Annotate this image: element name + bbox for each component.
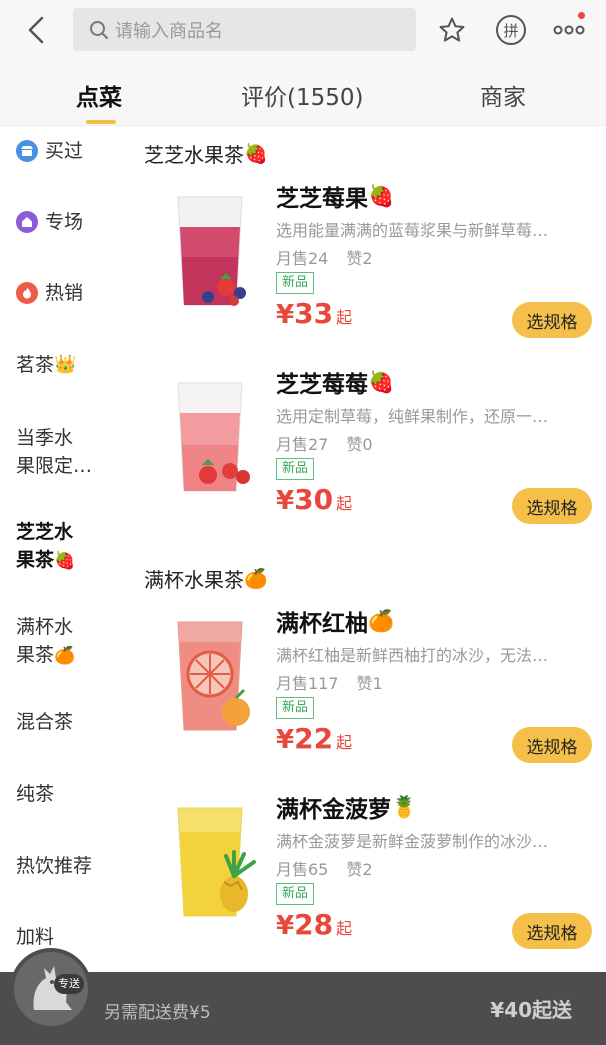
min-order: ¥40起送 bbox=[490, 998, 572, 1022]
product-price: ¥30 起 bbox=[276, 483, 353, 516]
strawberry-icon: 🍓 bbox=[368, 369, 395, 394]
favorite-button[interactable] bbox=[432, 10, 472, 50]
more-icon bbox=[553, 25, 585, 35]
sidebar-item-cheese-fruit-tea[interactable]: 芝芝水 果茶🍓 bbox=[16, 518, 126, 575]
product-stats: 月售117 赞1 bbox=[276, 674, 383, 693]
search-icon bbox=[90, 20, 108, 39]
product-image bbox=[177, 382, 250, 492]
product-price: ¥33 起 bbox=[276, 297, 353, 330]
product-name: 芝芝莓莓 🍓 bbox=[276, 369, 395, 399]
top-bar: 请输入商品名 拼 bbox=[0, 0, 606, 60]
new-badge: 新品 bbox=[276, 272, 315, 294]
new-badge: 新品 bbox=[276, 883, 315, 905]
sidebar-item-label: 混合茶 bbox=[16, 711, 74, 733]
section-title: 满杯水果茶 🍊 bbox=[144, 568, 268, 592]
choose-spec-button[interactable]: 选规格 bbox=[512, 488, 592, 524]
sidebar-item-label: 果茶 bbox=[16, 644, 55, 666]
sidebar-item-seasonal[interactable]: 当季水 果限定… bbox=[16, 424, 126, 480]
product-name: 满杯金菠萝 🍍 bbox=[276, 794, 418, 824]
product-price: ¥28 起 bbox=[276, 908, 353, 941]
search-placeholder: 请输入商品名 bbox=[115, 20, 223, 42]
sidebar-item-pure-tea[interactable]: 纯茶 bbox=[16, 780, 126, 808]
delivery-type-badge: 专送 bbox=[54, 974, 84, 994]
sidebar-item-label: 纯茶 bbox=[16, 783, 55, 805]
strawberry-icon: 🍓 bbox=[368, 183, 395, 208]
tab-merchant[interactable]: 商家 bbox=[480, 78, 526, 112]
product-card[interactable]: 满杯金菠萝 🍍 满杯金菠萝是新鲜金菠萝制作的冰沙… 月售65 赞2 新品 ¥28 起 … bbox=[128, 790, 606, 976]
tab-bar: 点菜 评价(1550) 商家 bbox=[0, 60, 606, 126]
product-stats: 月售27 赞0 bbox=[276, 435, 373, 454]
strawberry-icon: 🍓 bbox=[244, 143, 268, 165]
orange-icon: 🍊 bbox=[244, 568, 268, 590]
product-card[interactable]: 芝芝莓莓 🍓 选用定制草莓，纯鲜果制作，还原一… 月售27 赞0 新品 ¥30 起 选… bbox=[128, 365, 606, 551]
product-image bbox=[177, 807, 256, 917]
sidebar-item-tea[interactable]: 茗茶 👑 bbox=[16, 351, 126, 379]
sidebar-item-full-cup-fruit-tea[interactable]: 满杯水 果茶🍊 bbox=[16, 613, 126, 670]
back-icon bbox=[28, 16, 44, 44]
product-description: 满杯红柚是新鲜西柚打的冰沙，无法… bbox=[276, 646, 549, 665]
sidebar-item-label: 买过 bbox=[45, 140, 84, 162]
sidebar-item-label: 芝芝水 bbox=[16, 521, 74, 543]
more-button[interactable] bbox=[549, 10, 589, 50]
product-card[interactable]: 芝芝莓果 🍓 选用能量满满的蓝莓浆果与新鲜草莓… 月售24 赞2 新品 ¥33 起 选… bbox=[128, 179, 606, 365]
shop-icon bbox=[16, 140, 38, 162]
delivery-fee: 另需配送费¥5 bbox=[104, 1003, 211, 1023]
pineapple-icon: 🍍 bbox=[391, 794, 418, 819]
back-button[interactable] bbox=[18, 12, 54, 48]
product-description: 选用定制草莓，纯鲜果制作，还原一… bbox=[276, 407, 549, 426]
sidebar-item-label: 当季水 bbox=[16, 427, 74, 449]
product-price: ¥22 起 bbox=[276, 722, 353, 755]
flame-icon bbox=[16, 282, 38, 304]
active-tab-indicator bbox=[86, 120, 116, 124]
strawberry-icon: 🍓 bbox=[54, 551, 76, 571]
sidebar-item-label: 果限定… bbox=[16, 455, 93, 477]
sidebar-item-label: 专场 bbox=[45, 211, 84, 233]
orange-icon: 🍊 bbox=[368, 608, 395, 633]
product-stats: 月售24 赞2 bbox=[276, 249, 373, 268]
new-badge: 新品 bbox=[276, 458, 315, 480]
house-icon bbox=[16, 211, 38, 233]
sidebar-item-label: 加料 bbox=[16, 926, 55, 948]
sidebar-item-hot[interactable]: 热销 bbox=[16, 279, 126, 307]
sidebar-item-special[interactable]: 专场 bbox=[16, 208, 126, 236]
sidebar-item-hot-drinks[interactable]: 热饮推荐 bbox=[16, 852, 126, 880]
product-name: 芝芝莓果 🍓 bbox=[276, 183, 395, 213]
tab-order[interactable]: 点菜 bbox=[76, 78, 122, 112]
product-card[interactable]: 满杯红柚 🍊 满杯红柚是新鲜西柚打的冰沙，无法… 月售117 赞1 新品 ¥22 起 … bbox=[128, 604, 606, 790]
product-name: 满杯红柚 🍊 bbox=[276, 608, 395, 638]
notification-dot bbox=[578, 12, 585, 19]
product-stats: 月售65 赞2 bbox=[276, 860, 373, 879]
sidebar-item-label: 热饮推荐 bbox=[16, 855, 93, 877]
sidebar-item-mixed-tea[interactable]: 混合茶 bbox=[16, 708, 126, 736]
product-image bbox=[177, 621, 250, 731]
new-badge: 新品 bbox=[276, 697, 315, 719]
category-sidebar: 买过 专场 热销 茗茶 👑 当季水 果限定… 芝芝水 果茶🍓 满杯水 果茶🍊 混… bbox=[0, 127, 128, 972]
product-image bbox=[177, 196, 246, 306]
section-title: 芝芝水果茶 🍓 bbox=[144, 143, 268, 167]
orange-icon: 🍊 bbox=[54, 646, 76, 666]
sidebar-item-bought[interactable]: 买过 bbox=[16, 137, 126, 165]
sidebar-item-label: 茗茶 bbox=[16, 354, 55, 376]
star-icon bbox=[439, 17, 465, 42]
product-list: 芝芝水果茶 🍓 芝芝莓果 🍓 选用能量满满的蓝莓浆果与新鲜草莓… 月售24 赞2 新品… bbox=[128, 127, 606, 972]
choose-spec-button[interactable]: 选规格 bbox=[512, 913, 592, 949]
search-input[interactable]: 请输入商品名 bbox=[73, 8, 416, 51]
product-description: 满杯金菠萝是新鲜金菠萝制作的冰沙… bbox=[276, 832, 549, 851]
group-buy-button[interactable]: 拼 bbox=[491, 10, 531, 50]
tab-reviews[interactable]: 评价(1550) bbox=[241, 78, 363, 112]
group-buy-icon: 拼 bbox=[496, 15, 526, 45]
choose-spec-button[interactable]: 选规格 bbox=[512, 302, 592, 338]
choose-spec-button[interactable]: 选规格 bbox=[512, 727, 592, 763]
sidebar-item-label: 满杯水 bbox=[16, 616, 74, 638]
crown-icon: 👑 bbox=[54, 354, 77, 375]
sidebar-item-toppings[interactable]: 加料 bbox=[16, 923, 126, 951]
product-description: 选用能量满满的蓝莓浆果与新鲜草莓… bbox=[276, 221, 549, 240]
sidebar-item-label: 果茶 bbox=[16, 549, 55, 571]
sidebar-item-label: 热销 bbox=[45, 282, 84, 304]
